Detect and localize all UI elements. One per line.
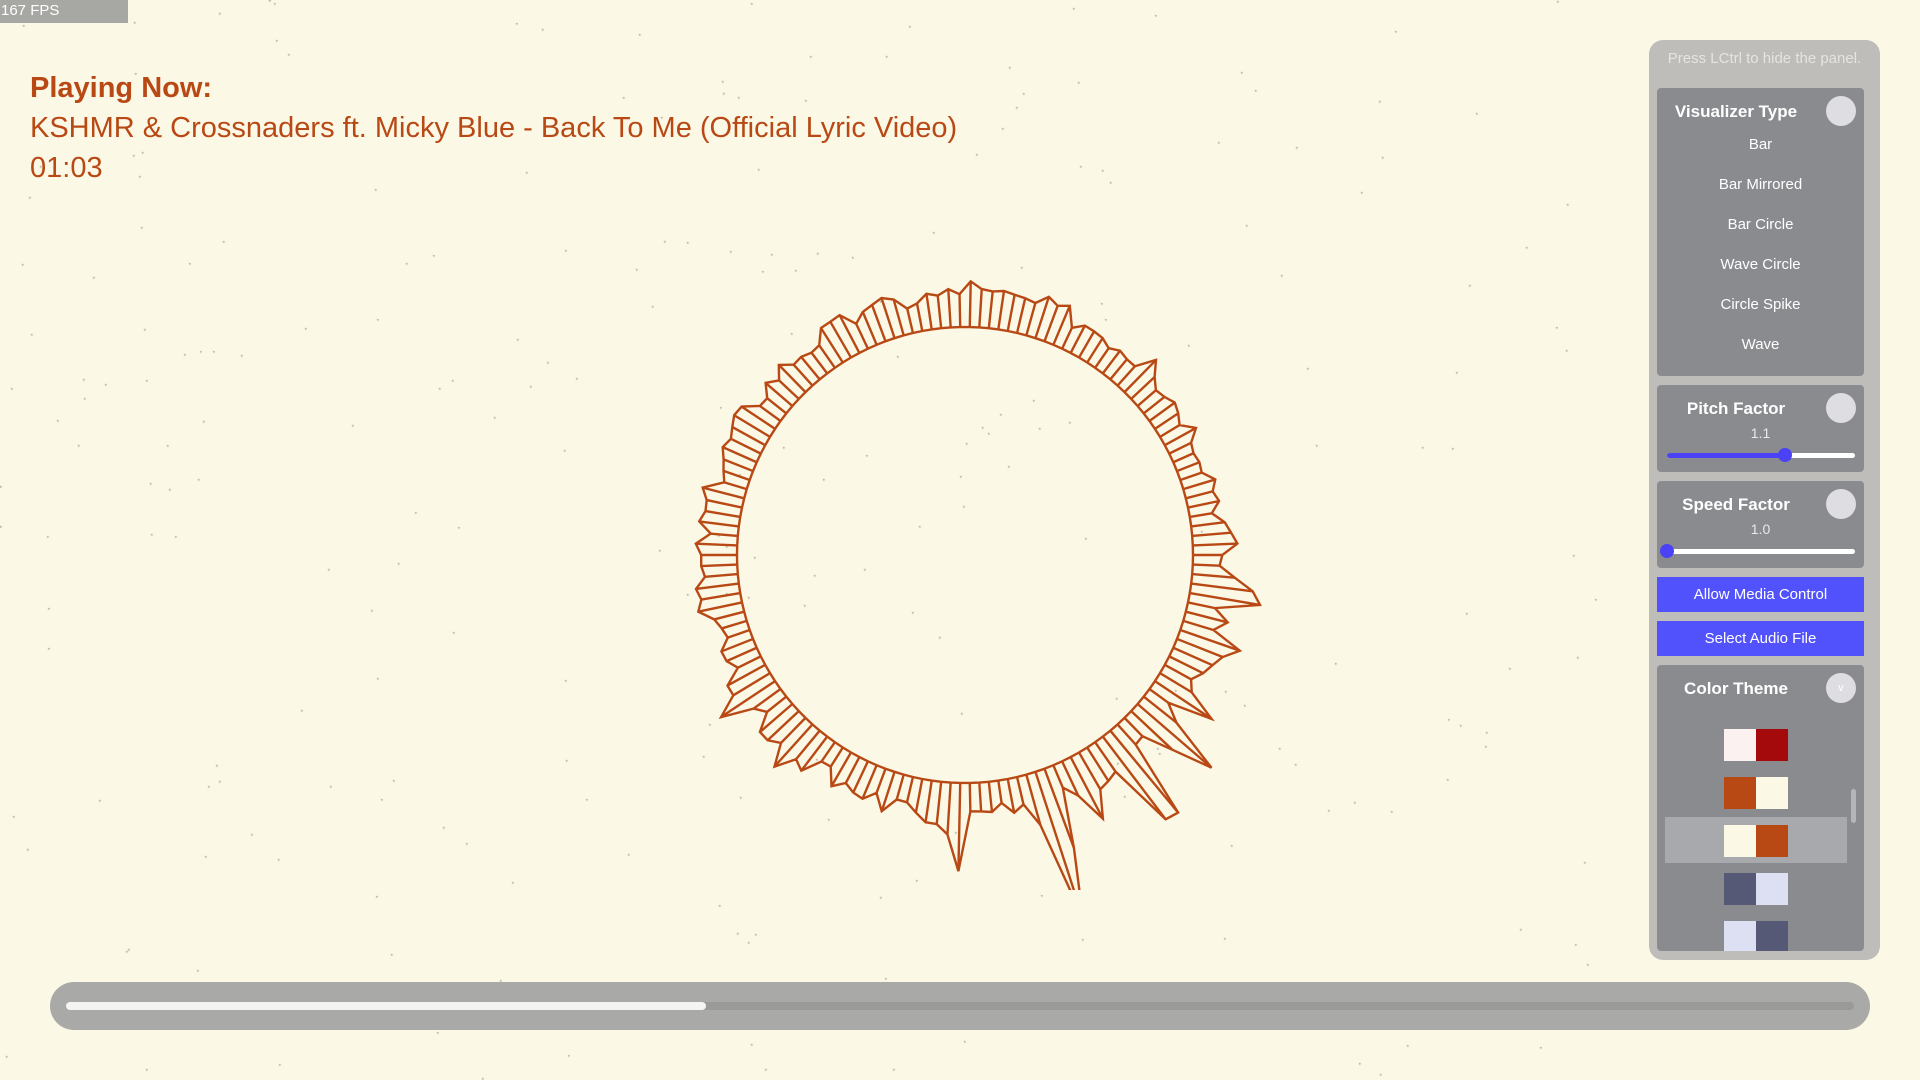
color-theme-option[interactable] xyxy=(1665,769,1847,815)
pitch-factor-toggle[interactable] xyxy=(1826,393,1856,423)
fps-counter: 167 FPS xyxy=(0,0,128,23)
color-theme-option[interactable] xyxy=(1665,817,1847,863)
speed-factor-title: Speed Factor xyxy=(1682,495,1790,514)
color-theme-option[interactable] xyxy=(1665,913,1847,951)
theme-swatch-secondary xyxy=(1756,921,1788,951)
theme-swatch-primary xyxy=(1724,873,1756,905)
theme-swatch-primary xyxy=(1724,729,1756,761)
theme-swatch-primary xyxy=(1724,777,1756,809)
now-playing-heading: Playing Now: xyxy=(30,72,213,104)
color-theme-section: Color Theme v xyxy=(1657,665,1864,951)
pitch-factor-value: 1.1 xyxy=(1750,425,1771,441)
speed-factor-slider[interactable] xyxy=(1660,544,1855,558)
playback-progress-bar[interactable] xyxy=(50,982,1870,1030)
panel-hint: Press LCtrl to hide the panel. xyxy=(1667,50,1862,67)
visualizer-type-toggle[interactable] xyxy=(1826,96,1856,126)
theme-swatch-primary xyxy=(1724,921,1756,951)
pitch-factor-slider[interactable] xyxy=(1667,448,1855,462)
visualizer-option-wave-circle[interactable]: Wave Circle xyxy=(1657,256,1864,273)
visualizer-option-bar-mirrored[interactable]: Bar Mirrored xyxy=(1657,176,1864,193)
visualizer-option-wave[interactable]: Wave xyxy=(1657,336,1864,353)
color-theme-option[interactable] xyxy=(1665,865,1847,911)
speed-factor-value: 1.0 xyxy=(1750,521,1771,537)
track-time: 01:03 xyxy=(30,152,103,184)
color-theme-option[interactable] xyxy=(1665,721,1847,767)
allow-media-control-button[interactable]: Allow Media Control xyxy=(1657,577,1864,612)
progress-track[interactable] xyxy=(66,1002,1854,1010)
track-title: KSHMR & Crossnaders ft. Micky Blue - Bac… xyxy=(30,112,958,144)
theme-swatch-secondary xyxy=(1756,729,1788,761)
pitch-factor-section: Pitch Factor 1.1 xyxy=(1657,385,1864,472)
settings-panel: Press LCtrl to hide the panel. Visualize… xyxy=(1649,40,1880,960)
speed-factor-toggle[interactable] xyxy=(1826,489,1856,519)
visualizer-option-bar[interactable]: Bar xyxy=(1657,136,1864,153)
visualizer-type-section: Visualizer Type Bar Bar Mirrored Bar Cir… xyxy=(1657,88,1864,376)
pitch-factor-title: Pitch Factor xyxy=(1686,399,1786,418)
visualizer-type-title: Visualizer Type xyxy=(1674,102,1798,121)
theme-swatch-primary xyxy=(1724,825,1756,857)
pitch-slider-thumb[interactable] xyxy=(1778,448,1793,462)
visualizer-option-bar-circle[interactable]: Bar Circle xyxy=(1657,216,1864,233)
progress-fill xyxy=(66,1002,707,1010)
color-theme-title: Color Theme xyxy=(1684,679,1788,698)
theme-swatch-secondary xyxy=(1756,825,1788,857)
speed-factor-section: Speed Factor 1.0 xyxy=(1657,481,1864,568)
speed-slider-thumb[interactable] xyxy=(1660,544,1674,558)
pitch-slider-fill xyxy=(1667,453,1786,458)
color-theme-toggle[interactable]: v xyxy=(1826,673,1856,703)
theme-swatch-secondary xyxy=(1756,873,1788,905)
visualizer-option-circle-spike[interactable]: Circle Spike xyxy=(1657,296,1864,313)
theme-list-scrollbar[interactable] xyxy=(1851,789,1856,823)
theme-swatch-secondary xyxy=(1756,777,1788,809)
wave-circle-visualizer xyxy=(694,279,1262,890)
select-audio-file-button[interactable]: Select Audio File xyxy=(1657,621,1864,656)
